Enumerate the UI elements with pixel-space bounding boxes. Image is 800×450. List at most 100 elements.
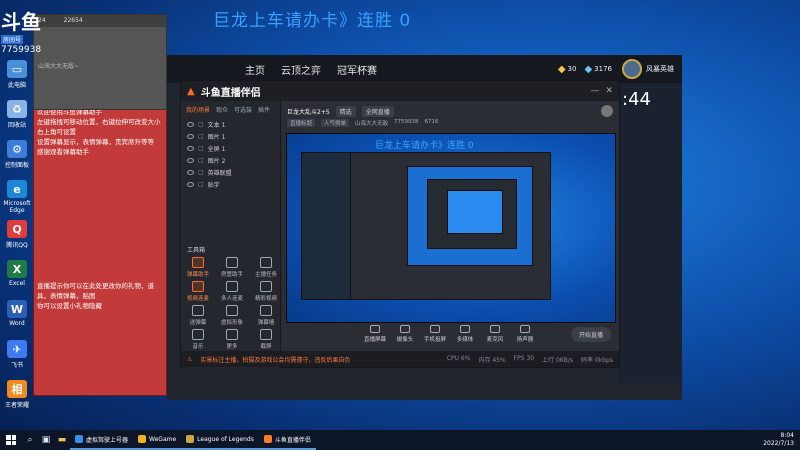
desktop-icon[interactable]: W Word — [0, 300, 34, 327]
source-control[interactable]: 多媒体 — [454, 325, 476, 343]
stat-2: 3176 — [594, 65, 612, 73]
scene-row[interactable]: □ 文本 1 — [181, 118, 280, 130]
tool-button[interactable]: 音乐 — [185, 329, 211, 350]
go-live-button[interactable]: 开始直播 — [570, 327, 611, 342]
tool-button[interactable]: 多人连麦 — [219, 281, 245, 302]
lock-icon[interactable]: □ — [198, 169, 204, 176]
lock-icon[interactable]: □ — [198, 181, 204, 188]
stream-preview[interactable]: 巨龙上车请办卡》连胜 0 — [286, 133, 616, 323]
desktop-icon-label: Microsoft Edge — [3, 200, 31, 214]
system-tray[interactable]: 8:04 2022/7/13 — [763, 432, 794, 448]
chip-broadcast[interactable]: 全网直播 — [361, 105, 394, 117]
tool-label: 视频连麦 — [186, 296, 209, 302]
gem-icon: ◆ — [584, 63, 593, 75]
eye-icon[interactable] — [187, 121, 194, 127]
tool-icon — [226, 305, 238, 316]
tool-icon — [226, 257, 238, 268]
desktop-icon[interactable]: Q 腾讯QQ — [0, 220, 34, 249]
avatar[interactable] — [622, 59, 642, 79]
tool-button[interactable]: 虚拟形象 — [219, 305, 245, 326]
taskbar-app-icon — [263, 435, 272, 443]
eye-icon[interactable] — [187, 181, 194, 187]
status-metric: 内存 45% — [478, 356, 506, 364]
source-control[interactable]: 麦克风 — [484, 325, 506, 343]
chip-featured[interactable]: 精选 — [335, 105, 356, 117]
desktop-icon-label: 王者荣耀 — [4, 402, 29, 409]
desktop-icon[interactable]: 相王者荣耀 — [0, 380, 34, 409]
source-control[interactable]: 手机投屏 — [424, 325, 446, 343]
status-metric: 码率 0kbps — [581, 356, 613, 364]
desktop-icon[interactable]: ✈ 飞书 — [0, 340, 34, 369]
eye-icon[interactable] — [187, 133, 194, 139]
tool-button[interactable]: 截屏 — [253, 329, 279, 350]
tool-button[interactable]: 房管助手 — [219, 257, 245, 278]
scene-row[interactable]: □ 图片 2 — [181, 154, 280, 166]
tool-button[interactable]: 主播任务 — [253, 257, 279, 278]
eye-icon[interactable] — [187, 169, 194, 175]
desktop-icon[interactable]: ♻ 回收站 — [0, 100, 34, 129]
scene-tab[interactable]: 观众 — [216, 105, 228, 114]
windows-icon — [6, 435, 16, 445]
scene-row[interactable]: □ 图片 1 — [181, 130, 280, 142]
desktop-icon[interactable]: ▭ 此电脑 — [0, 60, 34, 89]
scene-row[interactable]: □ 贴字 — [181, 178, 280, 190]
taskbar-app-label: WeGame — [149, 435, 177, 443]
scene-tab[interactable]: 我的场景 — [186, 105, 210, 114]
scene-row[interactable]: □ 全屏 1 — [181, 142, 280, 154]
source-control[interactable]: 摄像头 — [394, 325, 416, 343]
close-icon[interactable]: ✕ — [605, 86, 613, 96]
taskbar-app[interactable]: 斗鱼直播伴侣 — [258, 430, 316, 450]
lock-icon[interactable]: □ — [198, 121, 204, 128]
tool-button[interactable]: 视频连麦 — [185, 281, 211, 302]
tool-button[interactable]: 精彩视频 — [253, 281, 279, 302]
lock-icon[interactable]: □ — [198, 133, 204, 140]
taskbar-app[interactable]: 虚拟驾驶上号器 — [70, 430, 134, 450]
scene-row[interactable]: □ 英雄联盟 — [181, 166, 280, 178]
tool-button[interactable]: 送弹幕 — [185, 305, 211, 326]
nav-cup[interactable]: 冠军杯赛 — [337, 62, 377, 77]
scene-tab[interactable]: 插件 — [258, 105, 270, 114]
streamer-assistant-window[interactable]: ▲ 斗鱼直播伴侣 — ✕ 我的场景 观众 可选装 插件 □ 文本 1 □ 图片 1 □ 全屏 1… — [180, 80, 620, 369]
client-side-panel: :44 — [618, 83, 682, 383]
minimize-icon[interactable]: — — [590, 86, 599, 96]
chat-line: 设置弹幕显示，表情弹幕，贵宾席升等等 — [37, 138, 154, 146]
tool-label: 弹幕助手 — [186, 272, 209, 278]
task-view-icon[interactable]: ▣ — [38, 430, 54, 450]
tool-label: 虚拟形象 — [220, 320, 243, 326]
tool-button[interactable]: 弹幕助手 — [185, 257, 211, 278]
scene-label: 图片 1 — [207, 133, 226, 141]
control-icon — [460, 325, 470, 333]
scene-label: 英雄联盟 — [207, 169, 232, 177]
tool-label: 截屏 — [260, 344, 272, 350]
chip-title[interactable]: 直播标题 — [287, 119, 316, 127]
taskbar-app[interactable]: WeGame — [133, 430, 182, 450]
lock-icon[interactable]: □ — [198, 157, 204, 164]
status-metric: FPS 30 — [513, 354, 535, 362]
chip-rank[interactable]: 人气榜单 — [321, 119, 350, 127]
tool-button[interactable]: 更多 — [219, 329, 245, 350]
mini-tab-2[interactable]: 22654 — [64, 17, 83, 25]
start-button[interactable] — [0, 430, 22, 450]
taskbar-app-icon — [186, 435, 195, 443]
desktop-icon[interactable]: ⚙ 控制面板 — [0, 140, 34, 169]
tool-button[interactable]: 弹幕墙 — [253, 305, 279, 326]
desktop-icon[interactable]: X Excel — [0, 260, 34, 287]
search-icon[interactable]: ⌕ — [22, 430, 38, 450]
streamer-name: 山海大大无敌 — [355, 121, 389, 127]
scene-tab[interactable]: 可选装 — [234, 105, 252, 114]
eye-icon[interactable] — [187, 145, 194, 151]
desktop-icon-label: 飞书 — [10, 362, 23, 369]
source-control[interactable]: 直播屏幕 — [364, 325, 386, 343]
desktop-icon[interactable]: e Microsoft Edge — [0, 180, 34, 214]
taskbar-app[interactable]: League of Legends — [181, 430, 259, 450]
source-control[interactable]: 扬声器 — [514, 325, 536, 343]
nav-tft[interactable]: 云顶之弈 — [281, 62, 321, 77]
stream-title[interactable]: 巨龙大乱斗2+5 — [287, 107, 330, 116]
desktop-icon-label: 此电脑 — [7, 82, 26, 89]
eye-icon[interactable] — [187, 157, 194, 163]
lock-icon[interactable]: □ — [198, 145, 204, 152]
nav-home[interactable]: 主页 — [245, 62, 265, 77]
file-explorer-icon[interactable]: ▬ — [54, 430, 70, 450]
user-avatar[interactable] — [601, 105, 613, 117]
stage-info-bar: 巨龙大乱斗2+5 精选 全网直播 — [281, 101, 619, 121]
